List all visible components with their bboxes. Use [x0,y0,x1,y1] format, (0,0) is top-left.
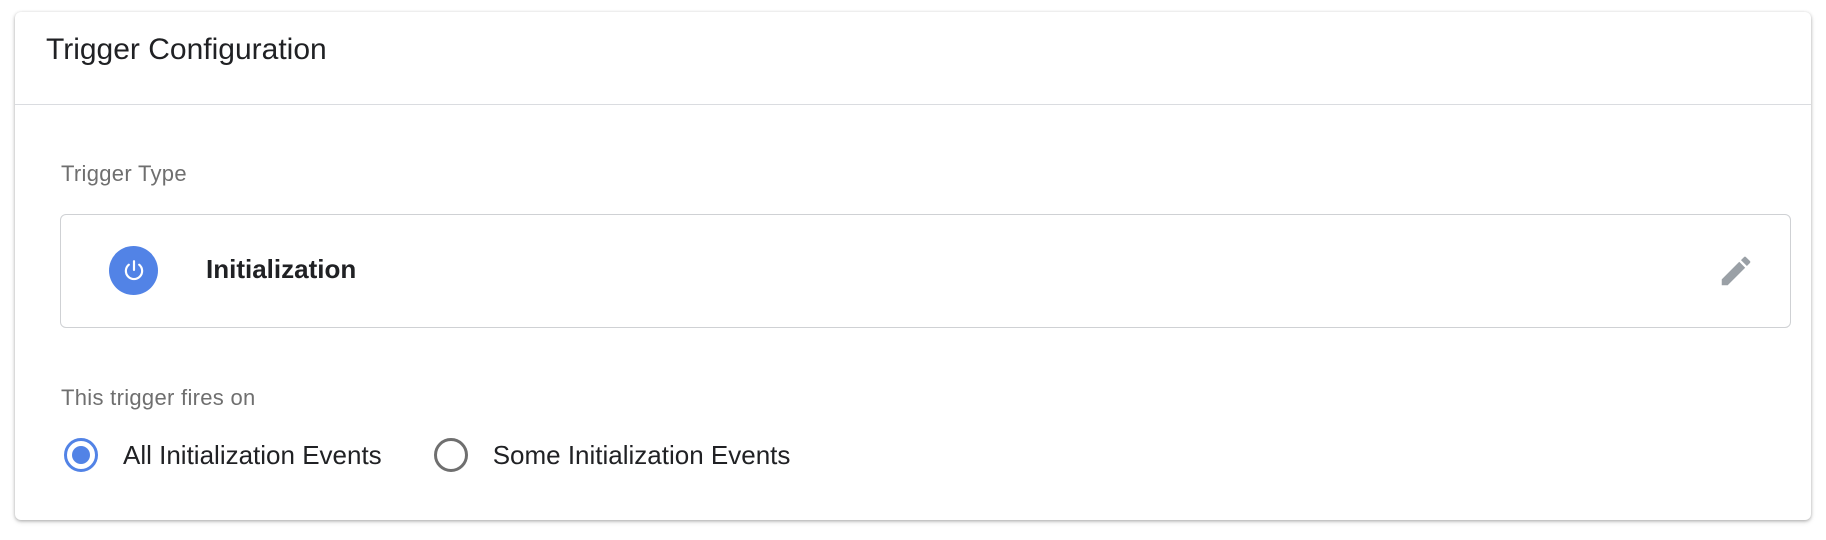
trigger-type-label: Trigger Type [61,161,187,186]
fires-on-radio-group: All Initialization Events Some Initializ… [64,438,842,472]
radio-unchecked-icon[interactable] [433,438,468,472]
radio-dot [72,446,90,464]
power-icon [109,246,158,295]
pencil-icon[interactable] [1716,251,1756,291]
trigger-type-selector[interactable]: Initialization [60,214,1791,328]
trigger-configuration-card: Trigger Configuration Trigger Type Initi… [15,12,1811,520]
radio-all-initialization-events[interactable]: All Initialization Events [64,438,382,472]
card-title: Trigger Configuration [46,33,327,66]
radio-label-all: All Initialization Events [123,439,382,470]
radio-checked-icon[interactable] [64,438,98,472]
fires-on-label: This trigger fires on [61,385,256,410]
radio-some-initialization-events[interactable]: Some Initialization Events [433,438,791,472]
radio-label-some: Some Initialization Events [492,439,791,470]
trigger-type-name: Initialization [206,254,357,284]
card-header: Trigger Configuration [15,12,1811,105]
